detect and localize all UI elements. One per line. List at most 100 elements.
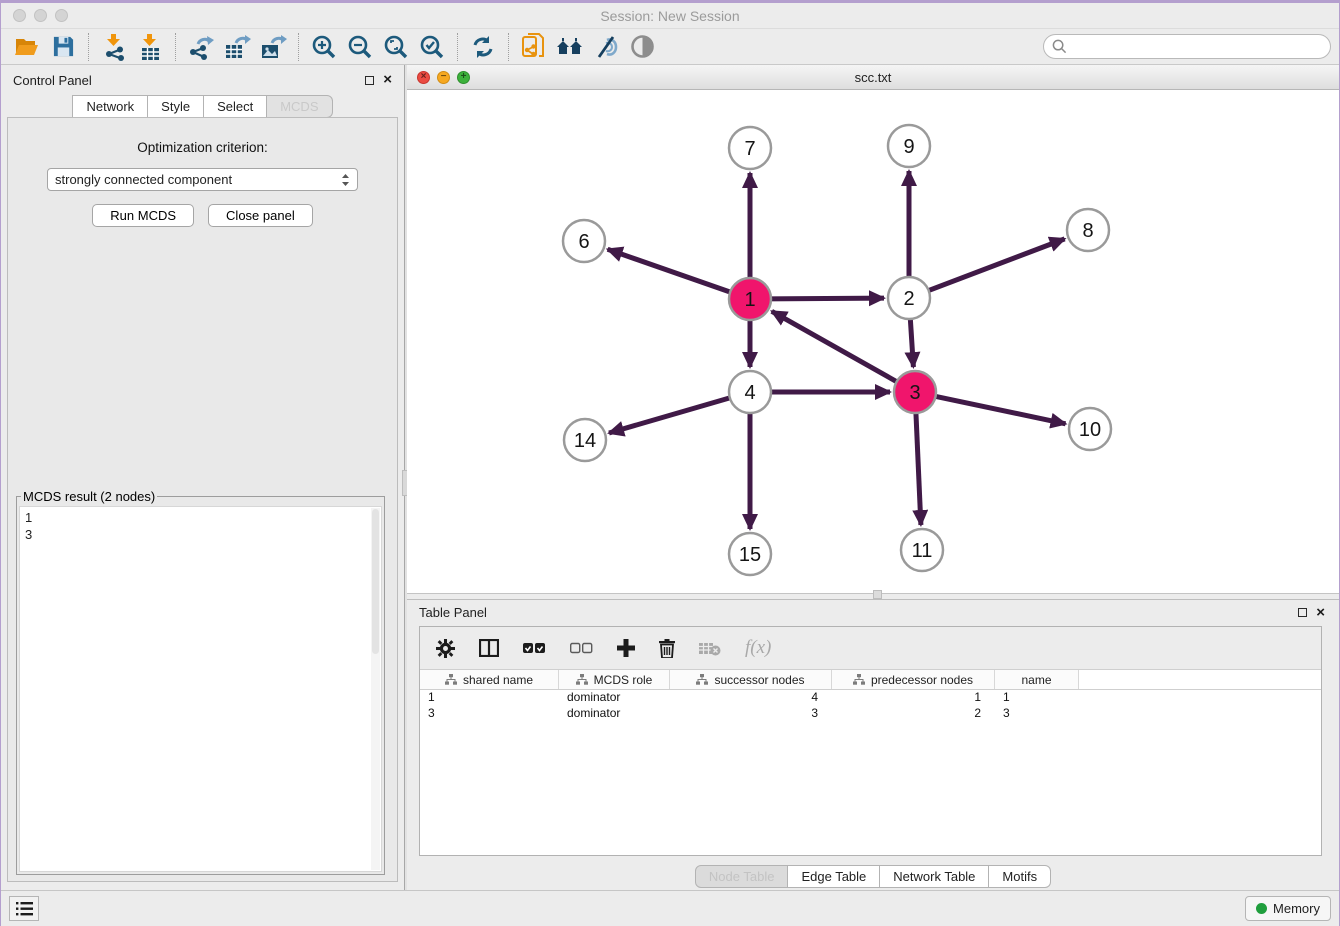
clone-network-button[interactable] bbox=[516, 31, 552, 63]
import-table-button[interactable] bbox=[132, 31, 168, 63]
graph-edge-3-1[interactable] bbox=[772, 311, 900, 383]
table-toolbar: f(x) bbox=[420, 627, 1321, 669]
cell-name: 1 bbox=[995, 690, 1079, 706]
graph-node-label-3: 3 bbox=[909, 382, 920, 404]
node-table-widget: f(x) shared name MCDS role bbox=[419, 626, 1322, 856]
tab-node-table[interactable]: Node Table bbox=[695, 865, 789, 888]
tab-mcds[interactable]: MCDS bbox=[267, 95, 332, 118]
close-panel-button[interactable]: Close panel bbox=[208, 204, 313, 227]
select-stepper-icon bbox=[341, 173, 350, 187]
table-row[interactable]: 1 dominator 4 1 1 bbox=[420, 690, 1321, 706]
network-canvas-svg[interactable]: 7968124314101511 bbox=[407, 90, 1337, 593]
column-header-shared-name[interactable]: shared name bbox=[420, 670, 559, 689]
table-panel: Table Panel × bbox=[407, 600, 1339, 890]
status-bar: Memory bbox=[1, 890, 1339, 926]
create-column-button[interactable] bbox=[617, 639, 635, 657]
graph-edge-2-8[interactable] bbox=[925, 239, 1065, 292]
graph-node-label-6: 6 bbox=[578, 231, 589, 253]
birds-eye-view-button[interactable] bbox=[624, 31, 660, 63]
apply-layout-button[interactable] bbox=[465, 31, 501, 63]
first-neighbors-button[interactable] bbox=[552, 31, 588, 63]
tab-select[interactable]: Select bbox=[204, 95, 267, 118]
graph-edge-3-10[interactable] bbox=[932, 396, 1066, 424]
zoom-in-button[interactable] bbox=[306, 31, 342, 63]
open-session-button[interactable] bbox=[9, 31, 45, 63]
optimization-criterion-label: Optimization criterion: bbox=[8, 140, 397, 155]
memory-status-icon bbox=[1256, 903, 1267, 914]
zoom-fit-icon bbox=[383, 34, 409, 60]
columns-icon bbox=[479, 639, 499, 657]
window-titlebar: Session: New Session bbox=[1, 3, 1339, 29]
zoom-out-button[interactable] bbox=[342, 31, 378, 63]
cell-successor-nodes: 4 bbox=[670, 690, 832, 706]
column-header-predecessor-nodes[interactable]: predecessor nodes bbox=[832, 670, 995, 689]
table-settings-button[interactable] bbox=[436, 639, 455, 658]
mcds-result-box: MCDS result (2 nodes) 1 3 bbox=[16, 489, 385, 875]
table-header-row: shared name MCDS role successor nodes bbox=[420, 669, 1321, 690]
cell-mcds-role: dominator bbox=[559, 690, 670, 706]
main-toolbar bbox=[1, 29, 1339, 65]
float-panel-icon[interactable] bbox=[365, 76, 374, 85]
run-mcds-button[interactable]: Run MCDS bbox=[92, 204, 194, 227]
cell-predecessor-nodes: 2 bbox=[832, 706, 995, 722]
save-session-button[interactable] bbox=[45, 31, 81, 63]
tab-motifs[interactable]: Motifs bbox=[989, 865, 1051, 888]
close-panel-icon[interactable]: × bbox=[1316, 608, 1325, 618]
export-table-button[interactable] bbox=[219, 31, 255, 63]
export-image-button[interactable] bbox=[255, 31, 291, 63]
cell-successor-nodes: 3 bbox=[670, 706, 832, 722]
graph-edge-4-14[interactable] bbox=[609, 397, 734, 433]
hierarchy-icon bbox=[853, 674, 865, 685]
refresh-icon bbox=[471, 35, 495, 59]
tab-network-table[interactable]: Network Table bbox=[880, 865, 989, 888]
zoom-out-icon bbox=[347, 34, 373, 60]
float-panel-icon[interactable] bbox=[1298, 608, 1307, 617]
column-header-successor-nodes[interactable]: successor nodes bbox=[670, 670, 832, 689]
search-input[interactable] bbox=[1073, 39, 1322, 54]
open-folder-icon bbox=[14, 35, 40, 59]
result-line: 3 bbox=[25, 526, 376, 543]
mcds-result-text[interactable]: 1 3 bbox=[19, 506, 382, 872]
network-canvas[interactable]: 7968124314101511 bbox=[407, 90, 1339, 593]
toolbar-separator bbox=[298, 33, 299, 61]
apply-function-button[interactable]: f(x) bbox=[745, 637, 771, 659]
import-network-button[interactable] bbox=[96, 31, 132, 63]
toggle-columns-button[interactable] bbox=[479, 639, 499, 657]
hierarchy-icon bbox=[576, 674, 588, 685]
search-icon bbox=[1052, 39, 1067, 54]
splitter-grip[interactable] bbox=[873, 590, 882, 599]
column-header-mcds-role[interactable]: MCDS role bbox=[559, 670, 670, 689]
deselect-all-icon bbox=[570, 642, 593, 654]
memory-button[interactable]: Memory bbox=[1245, 896, 1331, 921]
graph-edge-3-11[interactable] bbox=[916, 409, 921, 525]
deselect-all-button[interactable] bbox=[570, 642, 593, 654]
graph-edge-1-6[interactable] bbox=[608, 249, 734, 293]
graph-node-label-14: 14 bbox=[574, 430, 596, 452]
mcds-panel: Optimization criterion: strongly connect… bbox=[7, 117, 398, 882]
delete-table-button[interactable] bbox=[699, 641, 721, 656]
graph-edge-2-3[interactable] bbox=[910, 315, 913, 367]
import-network-icon bbox=[102, 33, 126, 61]
tab-network[interactable]: Network bbox=[72, 95, 148, 118]
graph-edge-1-2[interactable] bbox=[767, 298, 884, 299]
hide-details-button[interactable] bbox=[588, 31, 624, 63]
column-header-name[interactable]: name bbox=[995, 670, 1079, 689]
zoom-fit-button[interactable] bbox=[378, 31, 414, 63]
zoom-in-icon bbox=[311, 34, 337, 60]
tab-edge-table[interactable]: Edge Table bbox=[788, 865, 880, 888]
result-scrollbar[interactable] bbox=[371, 508, 380, 870]
zoom-selected-button[interactable] bbox=[414, 31, 450, 63]
horizontal-splitter[interactable] bbox=[407, 593, 1339, 599]
table-row[interactable]: 3 dominator 3 2 3 bbox=[420, 706, 1321, 722]
tab-style[interactable]: Style bbox=[148, 95, 204, 118]
delete-columns-button[interactable] bbox=[659, 639, 675, 658]
task-history-button[interactable] bbox=[9, 896, 39, 921]
criterion-select[interactable]: strongly connected component bbox=[47, 168, 358, 191]
close-panel-icon[interactable]: × bbox=[383, 75, 392, 85]
cell-shared-name: 3 bbox=[420, 706, 559, 722]
table-panel-title: Table Panel bbox=[419, 605, 487, 620]
select-all-button[interactable] bbox=[523, 642, 546, 654]
result-line: 1 bbox=[25, 509, 376, 526]
export-image-icon bbox=[260, 34, 287, 60]
export-network-button[interactable] bbox=[183, 31, 219, 63]
